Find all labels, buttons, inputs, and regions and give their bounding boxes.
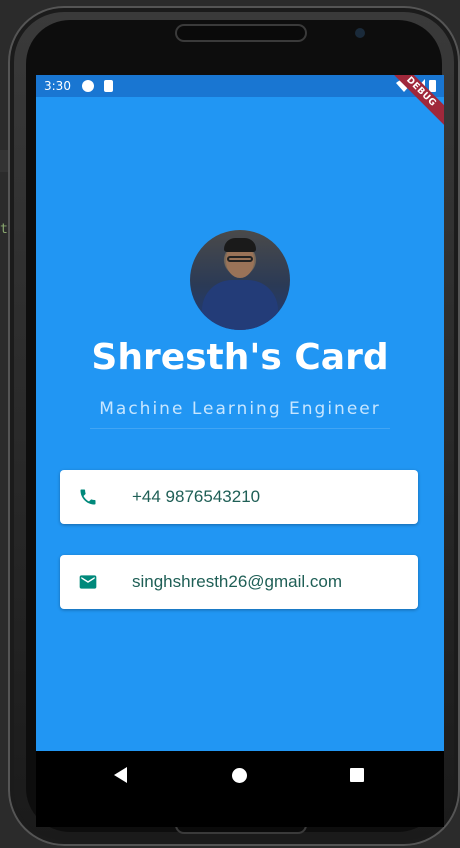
card-content: Shresth's Card Machine Learning Engineer… — [36, 97, 444, 751]
phone-number: +44 9876543210 — [132, 487, 261, 506]
avatar-hair — [224, 238, 256, 252]
mail-icon — [79, 575, 97, 589]
avatar-glasses — [227, 256, 253, 262]
sd-card-icon — [104, 80, 113, 92]
email-address: singhshresth26@gmail.com — [132, 572, 343, 591]
profile-title: Machine Learning Engineer — [99, 399, 381, 419]
front-camera — [355, 28, 365, 38]
recent-apps-icon[interactable] — [350, 768, 364, 782]
notification-icon — [82, 80, 94, 92]
back-icon[interactable] — [114, 767, 127, 783]
status-bar: 3:30 DEBUG — [36, 75, 444, 129]
phone-card[interactable]: +44 9876543210 — [60, 470, 418, 524]
profile-avatar — [190, 230, 290, 330]
avatar-shirt — [202, 280, 278, 330]
home-icon[interactable] — [232, 768, 247, 783]
earpiece-speaker — [177, 26, 305, 40]
divider — [90, 428, 390, 429]
status-time: 3:30 — [44, 79, 71, 93]
profile-name: Shresth's Card — [91, 337, 389, 378]
navigation-bar — [36, 751, 444, 827]
email-card[interactable]: singhshresth26@gmail.com — [60, 555, 418, 609]
phone-icon — [80, 489, 96, 505]
app-screen: 3:30 DEBUG Shresth's Card Machine Learni… — [36, 75, 444, 827]
